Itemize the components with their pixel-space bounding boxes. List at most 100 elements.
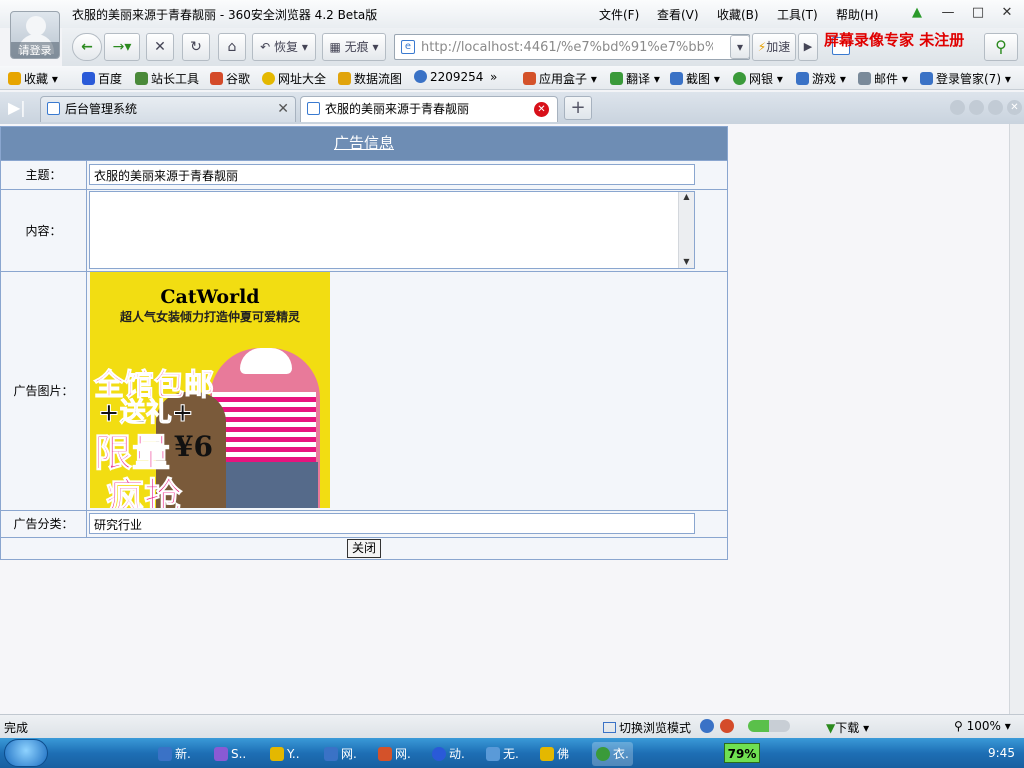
taskbar-item[interactable]: 新. <box>158 742 191 766</box>
denim-shorts <box>222 462 318 508</box>
home-button[interactable]: ⌂ <box>218 33 246 61</box>
close-row-divider <box>1 537 727 538</box>
forward-button[interactable]: →▾ <box>104 33 140 61</box>
content-textarea[interactable]: ▲ ▼ <box>89 191 695 269</box>
menu-tools[interactable]: 工具(T) <box>777 6 818 23</box>
bookmark-label: 站长工具 <box>151 72 200 86</box>
close-button[interactable]: 关闭 <box>347 539 382 558</box>
bookmark-webmaster[interactable]: 站长工具 <box>135 70 199 87</box>
search-button[interactable]: ⚲ <box>984 33 1018 61</box>
ad-tagline: 超人气女装倾力打造仲夏可爱精灵 <box>119 310 300 324</box>
bookmark-2209254[interactable]: 2209254 <box>414 70 483 84</box>
speedup-button[interactable]: ⚡加速 <box>752 33 796 61</box>
tab-scroll-left-icon[interactable] <box>950 100 965 115</box>
menu-favorites[interactable]: 收藏(B) <box>717 6 759 23</box>
category-label: 广告分类： <box>1 511 87 538</box>
incognito-label: 无痕 <box>344 40 369 54</box>
bank-icon <box>733 72 746 85</box>
close-tab-icon[interactable]: ✕ <box>534 102 549 117</box>
skin-icon[interactable]: ▲ <box>907 4 927 22</box>
taskbar-item-active[interactable]: 衣. <box>592 742 633 766</box>
address-url[interactable]: http://localhost:4461/%e7%bd%91%e7%bb%9c <box>421 40 713 55</box>
bookmark-bank[interactable]: 网银 ▾ <box>733 70 783 87</box>
tab-scroll-right-icon[interactable] <box>969 100 984 115</box>
bookmark-label: 邮件 <box>874 72 899 86</box>
new-tab-button[interactable]: + <box>564 96 592 120</box>
baidu-icon <box>82 72 95 85</box>
taskbar-item[interactable]: 网. <box>324 742 357 766</box>
bookmark-dataflow[interactable]: 数据流图 <box>338 70 402 87</box>
page-icon <box>135 72 148 85</box>
vertical-scrollbar[interactable] <box>1009 124 1024 714</box>
recorder-watermark: 屏幕录像专家 未注册 <box>824 31 965 49</box>
scroll-down-icon[interactable]: ▼ <box>679 257 694 266</box>
panel-header: 广告信息 <box>1 127 727 160</box>
bookmark-screenshot[interactable]: 截图 ▾ <box>670 70 720 87</box>
download-button[interactable]: ▼下载 ▾ <box>826 719 869 736</box>
back-button[interactable]: ← <box>72 33 102 61</box>
category-field[interactable]: 研究行业 <box>89 513 695 534</box>
speedup-label: 加速 <box>766 40 791 54</box>
close-all-tabs-icon[interactable]: ✕ <box>1007 100 1022 115</box>
sidebar-toggle-icon[interactable]: ▶| <box>8 98 26 117</box>
battery-indicator[interactable]: 79% <box>724 743 760 763</box>
zoom-control[interactable]: ⚲ 100% ▾ <box>954 719 1011 733</box>
bookmark-games[interactable]: 游戏 ▾ <box>796 70 846 87</box>
bookmark-directory[interactable]: 网址大全 <box>262 70 326 87</box>
close-tab-icon[interactable]: ✕ <box>277 97 289 121</box>
stop-button[interactable]: ✕ <box>146 33 174 61</box>
striped-top <box>212 392 316 462</box>
incognito-button[interactable]: ▦ 无痕 ▾ <box>322 33 386 61</box>
tab-list-icon[interactable] <box>988 100 1003 115</box>
ad-image: CatWorld 超人气女装倾力打造仲夏可爱精灵 全馆包邮 +送礼+ 限量 ¥6… <box>90 272 330 508</box>
white-cap <box>240 348 292 374</box>
taskbar-item-label: 网. <box>395 747 411 761</box>
scroll-up-icon[interactable]: ▲ <box>679 192 694 201</box>
bookmark-appbox[interactable]: 应用盒子 ▾ <box>523 70 597 87</box>
minimize-button[interactable]: — <box>938 4 958 22</box>
close-window-button[interactable]: ✕ <box>997 4 1017 22</box>
taskbar-item[interactable]: 动. <box>432 742 465 766</box>
login-avatar[interactable]: 请登录 <box>10 11 60 59</box>
start-button[interactable] <box>4 739 48 767</box>
tab-admin-system[interactable]: 后台管理系统 ✕ <box>40 96 296 122</box>
taskbar-item[interactable]: 佛 <box>540 742 569 766</box>
menu-file[interactable]: 文件(F) <box>599 6 639 23</box>
bookmark-favorites[interactable]: 收藏 ▾ <box>8 70 58 87</box>
taskbar-item[interactable]: 无. <box>486 742 519 766</box>
clock[interactable]: 9:45 <box>988 746 1015 760</box>
maximize-button[interactable]: □ <box>968 4 988 22</box>
screenshot-icon <box>670 72 683 85</box>
bookmark-label: 百度 <box>98 72 123 86</box>
go-button[interactable]: ▶ <box>798 33 818 61</box>
taskbar-item-label: S.. <box>231 747 247 761</box>
taskbar-item[interactable]: 网. <box>378 742 411 766</box>
address-bar[interactable]: e http://localhost:4461/%e7%bd%91%e7%bb%… <box>394 34 750 60</box>
menu-view[interactable]: 查看(V) <box>657 6 699 23</box>
login-label: 请登录 <box>11 42 59 58</box>
subject-field[interactable]: 衣服的美丽来源于青春靓丽 <box>89 164 695 185</box>
address-dropdown-button[interactable]: ▾ <box>730 35 750 59</box>
taskbar-item-label: 佛 <box>557 747 570 761</box>
restore-button[interactable]: ↶ 恢复 ▾ <box>252 33 316 61</box>
bookmark-login-manager[interactable]: 登录管家(7) ▾ <box>920 70 1011 87</box>
bookmark-baidu[interactable]: 百度 <box>82 70 122 87</box>
switch-mode-button[interactable]: 切换浏览模式 <box>603 719 691 736</box>
app-icon <box>214 747 228 761</box>
bookmark-google[interactable]: 谷歌 <box>210 70 250 87</box>
status-text: 完成 <box>4 721 29 735</box>
bookmark-translate[interactable]: 翻译 ▾ <box>610 70 660 87</box>
toggle-indicator[interactable] <box>748 720 790 732</box>
textarea-scrollbar[interactable]: ▲ ▼ <box>678 192 694 268</box>
taskbar-item[interactable]: Y.. <box>270 742 300 766</box>
menu-help[interactable]: 帮助(H) <box>836 6 878 23</box>
taskbar-item[interactable]: S.. <box>214 742 246 766</box>
bookmark-mail[interactable]: 邮件 ▾ <box>858 70 908 87</box>
shield-icon[interactable] <box>720 719 734 733</box>
word-icon <box>158 747 172 761</box>
bookmark-more[interactable]: » <box>490 70 497 84</box>
star-icon <box>8 72 21 85</box>
ie-icon[interactable] <box>700 719 714 733</box>
tab-current-ad[interactable]: 衣服的美丽来源于青春靓丽 ✕ <box>300 96 558 122</box>
refresh-button[interactable]: ↻ <box>182 33 210 61</box>
